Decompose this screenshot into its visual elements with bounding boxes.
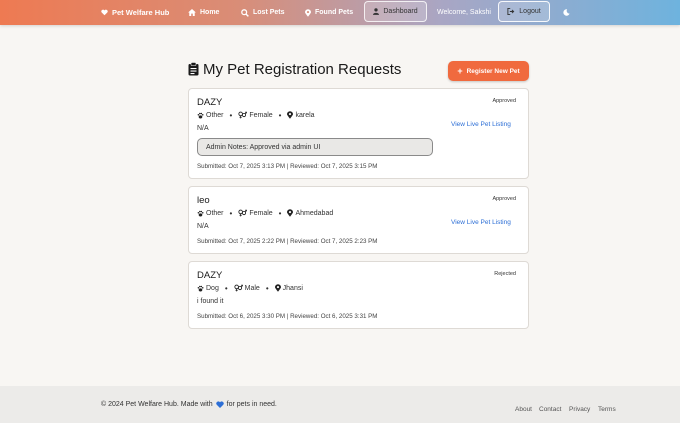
gender-icon: [238, 111, 248, 119]
copyright-suffix: for pets in need.: [226, 401, 277, 408]
pet-name: leo: [197, 195, 210, 206]
pet-type: Other: [206, 209, 224, 217]
brand-label: Pet Welfare Hub: [112, 8, 170, 17]
pet-description: N/A: [197, 125, 209, 132]
brand-link[interactable]: Pet Welfare Hub: [101, 0, 169, 25]
nav-dashboard-button[interactable]: Dashboard: [364, 1, 427, 22]
pet-meta: Other • Female • karela: [197, 110, 315, 120]
map-pin-icon: [305, 8, 311, 17]
map-pin-icon: [287, 209, 294, 217]
nav-home-label: Home: [200, 9, 220, 16]
gender-icon: [238, 209, 248, 217]
view-live-listing-link[interactable]: View Live Pet Listing: [451, 219, 511, 226]
moon-icon: [563, 9, 570, 16]
logout-label: Logout: [519, 8, 541, 15]
request-card: DAZY Dog • Male • Jhansi i found it Subm…: [188, 261, 529, 329]
house-icon: [188, 9, 196, 16]
status-badge: Rejected: [494, 271, 516, 277]
heart-icon: [101, 9, 108, 16]
pet-location: Jhansi: [282, 284, 303, 292]
theme-toggle-button[interactable]: [563, 0, 574, 25]
pet-type: Other: [206, 111, 224, 119]
user-icon: [373, 8, 380, 15]
view-live-listing-link[interactable]: View Live Pet Listing: [451, 121, 511, 128]
sign-out-icon: [507, 8, 515, 15]
request-dates: Submitted: Oct 6, 2025 3:30 PM | Reviewe…: [197, 313, 378, 320]
paw-icon: [197, 210, 204, 217]
copyright: © 2024 Pet Welfare Hub. Made with for pe…: [101, 401, 277, 408]
register-new-pet-button[interactable]: + Register New Pet: [448, 61, 529, 81]
map-pin-icon: [287, 111, 294, 119]
page-title: My Pet Registration Requests: [188, 58, 401, 80]
nav-lost-pets-link[interactable]: Lost Pets: [241, 0, 285, 25]
map-pin-icon: [274, 284, 281, 292]
paw-icon: [197, 285, 204, 292]
nav-dashboard-label: Dashboard: [383, 8, 418, 15]
pet-location: Ahmedabad: [295, 209, 334, 217]
welcome-text: Welcome, Sakshi: [437, 9, 491, 16]
footer-link-privacy[interactable]: Privacy: [569, 406, 590, 413]
pet-meta: Dog • Male • Jhansi: [197, 283, 303, 293]
pet-gender: Male: [244, 284, 260, 292]
page-title-text: My Pet Registration Requests: [203, 60, 402, 78]
request-card: DAZY Other • Female • karela N/A Admin N…: [188, 88, 529, 179]
request-card: leo Other • Female • Ahmedabad N/A Submi…: [188, 186, 529, 254]
copyright-text: © 2024 Pet Welfare Hub. Made with: [101, 401, 213, 408]
pet-type: Dog: [206, 284, 219, 292]
nav-lost-pets-label: Lost Pets: [253, 9, 285, 16]
paw-icon: [197, 112, 204, 119]
footer-link-contact[interactable]: Contact: [539, 406, 561, 413]
nav-found-pets-label: Found Pets: [315, 9, 354, 16]
register-new-pet-label: Register New Pet: [466, 67, 520, 75]
gender-icon: [234, 284, 243, 292]
request-dates: Submitted: Oct 7, 2025 3:13 PM | Reviewe…: [197, 163, 378, 170]
footer: © 2024 Pet Welfare Hub. Made with for pe…: [0, 386, 680, 423]
pet-meta: Other • Female • Ahmedabad: [197, 208, 333, 218]
pet-gender: Female: [249, 209, 273, 217]
nav-found-pets-link[interactable]: Found Pets: [305, 0, 353, 25]
status-badge: Approved: [492, 196, 516, 202]
request-dates: Submitted: Oct 7, 2025 2:22 PM | Reviewe…: [197, 238, 378, 245]
pet-location: karela: [295, 111, 315, 119]
clipboard-icon: [188, 62, 199, 76]
search-icon: [241, 8, 249, 17]
pet-description: i found it: [197, 298, 224, 305]
pet-name: DAZY: [197, 97, 223, 108]
logout-button[interactable]: Logout: [498, 1, 550, 22]
pet-name: DAZY: [197, 270, 223, 281]
top-navbar: Pet Welfare Hub Home Lost Pets Found Pet…: [0, 0, 680, 25]
heart-icon: [215, 401, 224, 408]
status-badge: Approved: [492, 98, 516, 104]
admin-notes: Admin Notes: Approved via admin UI: [197, 138, 433, 156]
footer-link-terms[interactable]: Terms: [598, 406, 616, 413]
footer-link-about[interactable]: About: [515, 406, 532, 413]
pet-gender: Female: [249, 111, 273, 119]
plus-icon: +: [457, 66, 463, 76]
pet-description: N/A: [197, 223, 209, 230]
nav-home-link[interactable]: Home: [188, 0, 219, 25]
